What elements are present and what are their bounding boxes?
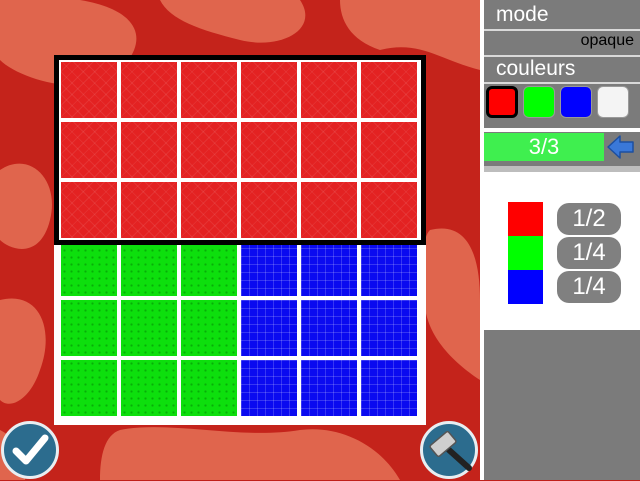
legend-fraction-label: 1/2 [557,203,621,235]
grid-cell-green[interactable] [121,300,177,356]
selection-frame [54,55,426,245]
back-button[interactable] [606,133,636,161]
validate-button[interactable] [1,421,59,479]
grid-cell-green[interactable] [61,240,117,296]
grid-cell-green[interactable] [181,360,237,416]
grid-cell-blue[interactable] [361,240,417,296]
grid-cell-green[interactable] [61,300,117,356]
mode-value[interactable]: opaque [484,32,634,50]
grid-cell-blue[interactable] [241,240,297,296]
separator [484,29,640,31]
grid-cell-green[interactable] [121,240,177,296]
grid-cell-blue[interactable] [301,300,357,356]
separator [484,128,640,132]
legend-color-swatch [508,202,543,236]
color-swatch-green[interactable] [523,86,555,118]
legend-fraction-label: 1/4 [557,237,621,269]
grid-cell-blue[interactable] [301,360,357,416]
color-swatch-white[interactable] [597,86,629,118]
grid-cell-blue[interactable] [301,240,357,296]
grid-cell-blue[interactable] [361,300,417,356]
legend-fraction-label: 1/4 [557,271,621,303]
back-arrow-icon [607,135,634,159]
legend-color-swatch [508,270,543,304]
checkmark-icon [12,434,49,465]
grid-cell-green[interactable] [181,300,237,356]
step-counter: 3/3 [484,133,604,161]
grid-cell-blue[interactable] [361,360,417,416]
colors-label: couleurs [496,57,576,80]
grid-cell-blue[interactable] [241,300,297,356]
color-swatch-red[interactable] [486,86,518,118]
legend-color-swatch [508,236,543,270]
grid-cell-blue[interactable] [241,360,297,416]
tool-button[interactable] [420,421,478,479]
mode-label: mode [496,3,549,26]
hammer-icon [429,430,472,471]
grid-cell-green[interactable] [121,360,177,416]
grid-cell-green[interactable] [61,360,117,416]
separator [484,82,640,84]
color-swatch-blue[interactable] [560,86,592,118]
grid-cell-green[interactable] [181,240,237,296]
